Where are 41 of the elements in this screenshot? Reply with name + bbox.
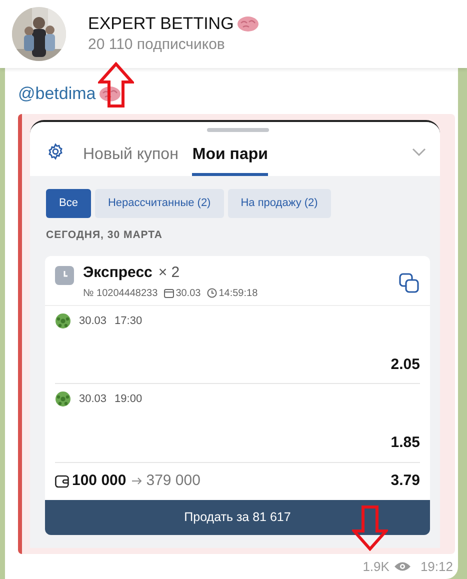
odds: 1.85 [390,432,420,453]
payout-amount: 379 000 [146,471,200,491]
arrow-right-icon [132,477,142,486]
odds: 2.05 [390,354,420,375]
wallet-icon [55,474,69,488]
view-count: 1.9K [362,558,390,576]
event-time: 19:00 [114,392,142,407]
tab[interactable]: Новый купон [83,136,178,176]
up-arrow-icon [98,62,134,108]
clock-icon [206,288,217,298]
bet-multiplier: × 2 [158,262,180,283]
brain-icon [236,16,259,32]
eye-icon [394,561,412,572]
settings-icon[interactable] [47,143,64,160]
down-arrow-icon [352,505,388,551]
clock-icon [55,266,74,285]
filter-chip[interactable]: Нерассчитанные (2) [94,189,224,218]
bet-date: 30.03 [176,286,201,301]
mention-link[interactable]: @betdima [18,83,96,105]
total-odds: 3.79 [390,471,420,491]
calendar-icon [164,288,174,298]
tab[interactable]: Мои пари [192,136,268,176]
bet-time: 14:59:18 [218,286,258,301]
filter-chip[interactable]: Все [46,189,91,218]
bet-number: № 10204448233 [83,286,158,301]
ball-icon [55,391,71,407]
filter-chip[interactable]: На продажу (2) [228,189,331,218]
copy-icon[interactable] [399,272,419,293]
sell-button[interactable]: Продать за 81 617 [45,500,430,535]
drag-handle[interactable] [207,128,269,132]
event-time: 17:30 [114,314,142,329]
date-heading: СЕГОДНЯ, 30 МАРТА [46,228,164,243]
ball-icon [55,313,71,329]
brain-icon [98,86,121,102]
event-date: 30.03 [79,314,107,329]
subscriber-count: 20 110 подписчиков [88,35,226,55]
bet-type: Экспресс [83,262,152,283]
stake-amount: 100 000 [72,471,126,491]
post-time: 19:12 [420,558,453,576]
event-date: 30.03 [79,392,107,407]
channel-title: EXPERT BETTING [88,13,234,35]
